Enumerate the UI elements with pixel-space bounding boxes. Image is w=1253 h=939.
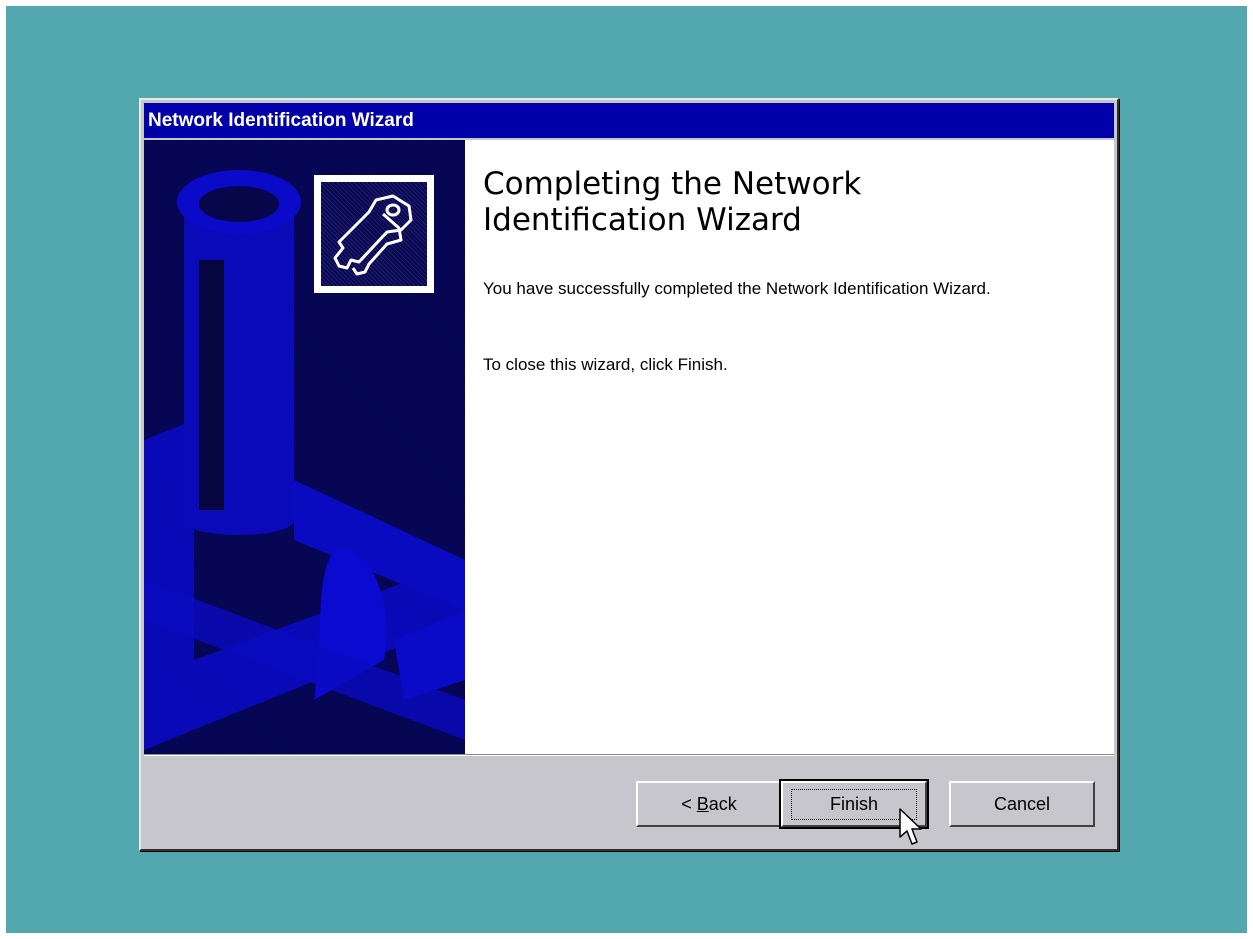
back-button[interactable]: < Back [636, 781, 782, 827]
title-bar[interactable]: Network Identification Wizard [144, 103, 1114, 138]
keys-icon [314, 175, 434, 293]
close-instruction: To close this wizard, click Finish. [483, 355, 728, 374]
back-button-prefix: < [681, 793, 697, 814]
cancel-button[interactable]: Cancel [949, 781, 1095, 827]
wizard-side-banner [144, 140, 465, 754]
cancel-button-label: Cancel [993, 793, 1051, 814]
wizard-dialog: Network Identification Wizard Completing… [139, 98, 1119, 851]
wizard-content-pane: Completing the Network Identification Wi… [465, 140, 1114, 754]
completion-message: You have successfully completed the Netw… [483, 279, 991, 298]
back-button-mnemonic: B [696, 793, 709, 814]
back-button-suffix: ack [708, 793, 737, 814]
button-area-separator [144, 754, 1114, 756]
mouse-pointer-icon [899, 808, 922, 845]
window-title: Network Identification Wizard [148, 110, 414, 131]
wizard-heading: Completing the Network Identification Wi… [483, 166, 862, 238]
